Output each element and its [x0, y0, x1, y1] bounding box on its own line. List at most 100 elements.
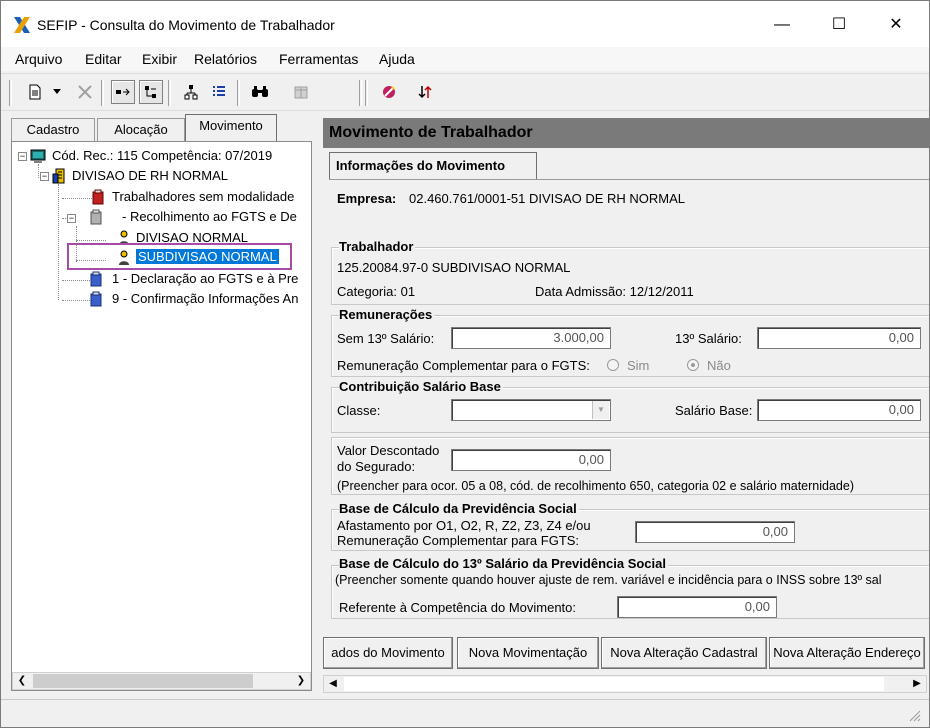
descontado-note: (Preencher para ocor. 05 a 08, cód. de r… — [337, 479, 854, 493]
tree-horizontal-scrollbar[interactable]: ❮ ❯ — [12, 672, 311, 690]
title-bar: SEFIP - Consulta do Movimento de Trabalh… — [1, 1, 929, 47]
sem13-input[interactable]: 3.000,00 — [451, 327, 611, 349]
new-document-icon[interactable] — [23, 80, 47, 104]
scroll-right-icon[interactable]: ▶ — [908, 676, 926, 692]
base-previdencia-input[interactable]: 0,00 — [635, 521, 795, 543]
chevron-down-icon[interactable]: ▼ — [592, 401, 609, 419]
tree-node-company[interactable]: DIVISAO DE RH NORMAL — [72, 167, 228, 185]
package-icon[interactable] — [289, 80, 313, 104]
tree-node-root[interactable]: Cód. Rec.: 115 Competência: 07/2019 — [52, 147, 272, 165]
tab-informacoes-movimento[interactable]: Informações do Movimento — [329, 152, 537, 179]
base-previdencia-title: Base de Cálculo da Previdência Social — [339, 501, 579, 516]
panel-header: Movimento de Trabalhador — [323, 118, 929, 148]
base-previdencia-label-2: Remuneração Complementar para FGTS: — [337, 533, 580, 548]
right-panel: Movimento de Trabalhador Informações do … — [323, 115, 929, 695]
panel-header-title: Movimento de Trabalhador — [329, 124, 533, 141]
menu-ferramentas[interactable]: Ferramentas — [279, 51, 358, 67]
toolbar-separator — [237, 80, 240, 106]
toolbar-separator — [101, 80, 104, 106]
tab-movimento[interactable]: Movimento — [185, 114, 277, 141]
radio-sim[interactable] — [607, 359, 619, 371]
classe-label: Classe: — [337, 403, 381, 418]
dados-movimento-button[interactable]: ados do Movimento — [323, 637, 453, 669]
collapse-icon[interactable]: − — [40, 172, 49, 181]
menu-relatorios[interactable]: Relatórios — [194, 51, 257, 67]
tree-node-no-modality[interactable]: Trabalhadores sem modalidade — [112, 188, 294, 206]
categoria-label: Categoria: 01 — [337, 284, 416, 299]
tree-line — [76, 240, 106, 241]
tab-alocacao[interactable]: Alocação — [97, 118, 185, 142]
data-admissao-label: Data Admissão: 12/12/2011 — [535, 284, 694, 299]
scroll-left-icon[interactable]: ❮ — [13, 673, 31, 689]
descontado-label-2: do Segurado: — [337, 459, 416, 474]
classe-select[interactable]: ▼ — [451, 399, 611, 421]
tree-node-declaration[interactable]: 1 - Declaração ao FGTS e à Pre — [112, 270, 298, 288]
sort-icon[interactable] — [413, 80, 437, 104]
complementar-label: Remuneração Complementar para o FGTS: — [337, 358, 590, 373]
sem13-label: Sem 13º Salário: — [337, 331, 435, 346]
salario-base-label: Salário Base: — [675, 403, 753, 418]
red-folder-icon — [92, 189, 104, 205]
blue-folder-icon — [90, 291, 102, 307]
tree-view[interactable]: − Cód. Rec.: 115 Competência: 07/2019 − … — [11, 141, 312, 691]
empresa-value: 02.460.761/0001-51 DIVISAO DE RH NORMAL — [409, 191, 686, 206]
list-icon[interactable] — [207, 80, 231, 104]
menu-bar: Arquivo Editar Exibir Relatórios Ferrame… — [1, 47, 929, 71]
tree-line — [58, 184, 59, 300]
radio-nao[interactable] — [687, 359, 699, 371]
radio-nao-label: Não — [707, 358, 731, 373]
nova-alteracao-endereco-button[interactable]: Nova Alteração Endereço — [769, 637, 925, 669]
scroll-right-icon[interactable]: ❯ — [292, 673, 310, 689]
gray-folder-icon — [90, 209, 102, 225]
hierarchy-icon[interactable] — [179, 80, 203, 104]
descontado-input[interactable]: 0,00 — [451, 449, 611, 471]
base-13-ref-input[interactable]: 0,00 — [617, 596, 777, 618]
tab-cadastro[interactable]: Cadastro — [11, 118, 95, 142]
tab-content-border — [329, 179, 929, 180]
scroll-track[interactable] — [344, 677, 884, 691]
tree-line — [38, 164, 39, 178]
trabalhador-title: Trabalhador — [339, 239, 416, 254]
scroll-thumb[interactable] — [33, 674, 253, 688]
menu-ajuda[interactable]: Ajuda — [379, 51, 415, 67]
s13-input[interactable]: 0,00 — [757, 327, 921, 349]
view-move-icon[interactable] — [111, 80, 135, 104]
base-previdencia-label-1: Afastamento por O1, O2, R, Z2, Z3, Z4 e/… — [337, 518, 591, 533]
edit-record-icon[interactable] — [377, 80, 401, 104]
menu-editar[interactable]: Editar — [85, 51, 122, 67]
annotation-highlight — [67, 243, 292, 270]
toolbar-separator — [168, 80, 171, 106]
dropdown-arrow-icon[interactable] — [49, 80, 65, 104]
panel-horizontal-scrollbar[interactable]: ◀ ▶ — [323, 675, 927, 693]
remuneracoes-title: Remunerações — [339, 307, 435, 322]
tree-node-fgts[interactable]: - Recolhimento ao FGTS e De — [122, 208, 297, 226]
status-bar — [1, 699, 929, 727]
minimize-button[interactable]: — — [759, 9, 805, 41]
delete-icon[interactable] — [73, 80, 97, 104]
empresa-label: Empresa: — [337, 191, 397, 206]
resize-grip-icon[interactable] — [907, 708, 921, 722]
close-button[interactable]: ✕ — [873, 9, 919, 41]
collapse-icon[interactable]: − — [67, 214, 76, 223]
window-title: SEFIP - Consulta do Movimento de Trabalh… — [37, 17, 335, 33]
blue-folder-icon — [90, 271, 102, 287]
scroll-left-icon[interactable]: ◀ — [324, 676, 342, 692]
binoculars-icon[interactable] — [248, 80, 272, 104]
base-13-note: (Preencher somente quando houver ajuste … — [335, 573, 882, 587]
collapse-icon[interactable]: − — [18, 152, 27, 161]
toolbar — [1, 73, 929, 111]
view-tree-icon[interactable] — [139, 80, 163, 104]
tree-node-confirmation[interactable]: 9 - Confirmação Informações An — [112, 290, 298, 308]
tree-line — [62, 198, 92, 199]
app-window: SEFIP - Consulta do Movimento de Trabalh… — [0, 0, 930, 728]
nova-movimentacao-button[interactable]: Nova Movimentação — [457, 637, 599, 669]
radio-sim-label: Sim — [627, 358, 650, 373]
maximize-button[interactable]: ☐ — [816, 9, 862, 41]
salario-base-input[interactable]: 0,00 — [757, 399, 921, 421]
s13-label: 13º Salário: — [675, 331, 742, 346]
nova-alteracao-cadastral-button[interactable]: Nova Alteração Cadastral — [601, 637, 767, 669]
descontado-label-1: Valor Descontado — [337, 443, 440, 458]
menu-arquivo[interactable]: Arquivo — [15, 51, 62, 67]
menu-exibir[interactable]: Exibir — [142, 51, 177, 67]
toolbar-grip — [9, 80, 12, 106]
